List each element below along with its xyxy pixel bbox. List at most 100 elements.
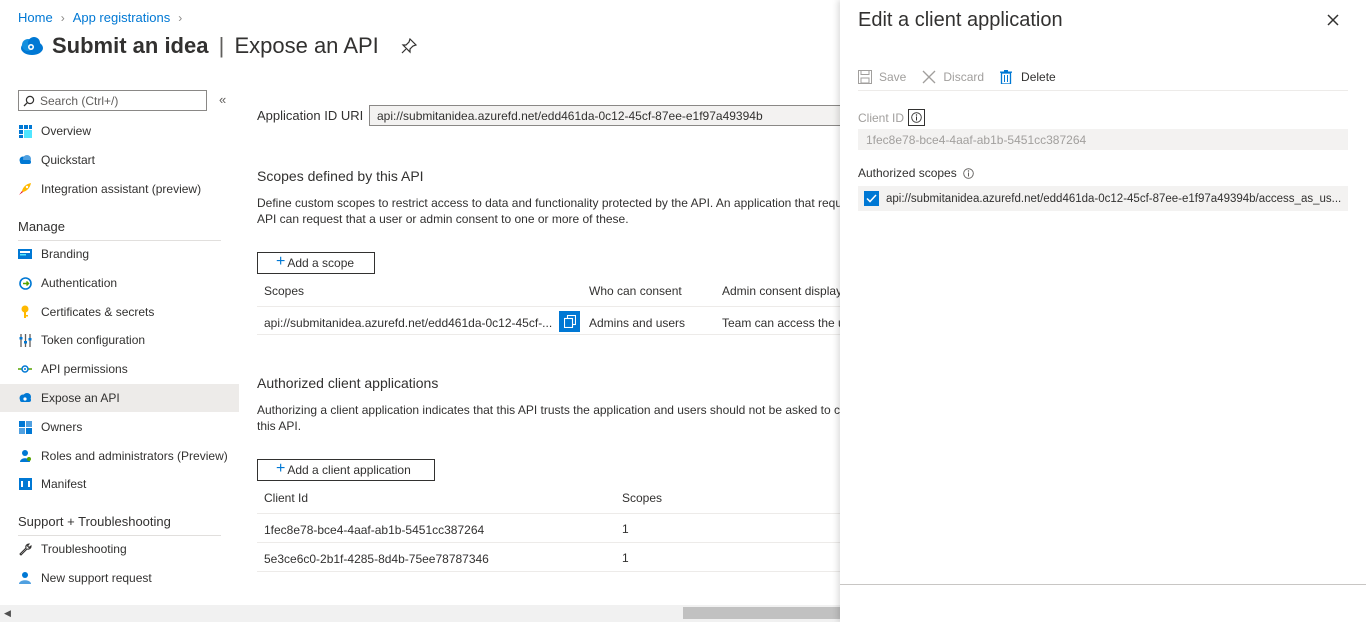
authentication-icon: [18, 276, 32, 290]
sidebar-item-expose-an-api[interactable]: Expose an API: [0, 384, 239, 412]
sidebar-item-label: Integration assistant (preview): [41, 182, 202, 196]
sidebar-item-roles-administrators[interactable]: Roles and administrators (Preview): [0, 442, 239, 470]
sidebar-item-label: Authentication: [41, 276, 118, 290]
sidebar-item-authentication[interactable]: Authentication: [0, 269, 239, 297]
authorized-clients-description: Authorizing a client application indicat…: [257, 402, 840, 434]
horizontal-scrollbar[interactable]: ◀: [0, 605, 840, 622]
breadcrumb-app-registrations-link[interactable]: App registrations: [73, 10, 171, 25]
branding-icon: [18, 247, 32, 261]
client-scopes-count: 1: [622, 522, 629, 536]
trash-icon: [1000, 70, 1014, 84]
sidebar-item-label: Token configuration: [41, 333, 146, 347]
column-header-scopes[interactable]: Scopes: [264, 284, 304, 298]
application-id-uri-field[interactable]: api://submitanidea.azurefd.net/edd461da-…: [369, 105, 840, 126]
api-permissions-icon: [18, 362, 32, 376]
scrollbar-thumb[interactable]: [683, 607, 840, 619]
manage-heading: Manage: [18, 219, 221, 241]
page-title: Submit an idea | Expose an API: [52, 33, 379, 59]
save-label: Save: [879, 70, 907, 84]
cloud-icon: [18, 153, 32, 167]
sidebar-item-quickstart[interactable]: Quickstart: [0, 146, 239, 174]
chevron-right-icon: ›: [178, 10, 183, 25]
title-separator: |: [218, 33, 225, 58]
column-header-client-id[interactable]: Client Id: [264, 491, 308, 505]
divider: [257, 334, 840, 335]
add-client-application-button[interactable]: + Add a client application: [257, 459, 435, 481]
sidebar-item-label: Troubleshooting: [41, 542, 127, 556]
sidebar-item-label: Quickstart: [41, 153, 96, 167]
sidebar-item-branding[interactable]: Branding: [0, 240, 239, 268]
sidebar-search-input[interactable]: Search (Ctrl+/): [18, 90, 207, 111]
info-icon[interactable]: [908, 109, 926, 126]
column-header-scopes[interactable]: Scopes: [622, 491, 662, 505]
sidebar-item-token-configuration[interactable]: Token configuration: [0, 326, 239, 354]
owners-icon: [18, 420, 32, 434]
blade-name: Expose an API: [234, 33, 379, 58]
delete-label: Delete: [1021, 70, 1056, 84]
info-icon[interactable]: [962, 167, 974, 179]
client-id-link[interactable]: 1fec8e78-bce4-4aaf-ab1b-5451cc387264: [264, 523, 484, 537]
close-icon[interactable]: [1326, 13, 1340, 27]
edit-client-application-panel: Edit a client application Save Discard D…: [840, 0, 1366, 622]
rocket-icon: [18, 182, 32, 196]
authorized-scope-row[interactable]: api://submitanidea.azurefd.net/edd461da-…: [858, 186, 1348, 211]
pin-icon[interactable]: [401, 37, 417, 54]
scopes-heading: Scopes defined by this API: [257, 168, 424, 184]
sidebar-item-label: Branding: [41, 247, 90, 261]
app-cloud-icon: [18, 33, 44, 59]
plus-icon: +: [276, 459, 286, 477]
client-id-link[interactable]: 5e3ce6c0-2b1f-4285-8d4b-75ee78787346: [264, 552, 489, 566]
scopes-description-line: API can request that a user or admin con…: [257, 212, 629, 226]
column-header-who-can-consent[interactable]: Who can consent: [589, 284, 682, 298]
sidebar-item-integration-assistant[interactable]: Integration assistant (preview): [0, 175, 239, 203]
chevron-right-icon: ›: [60, 10, 65, 25]
save-button[interactable]: Save: [858, 70, 906, 84]
scroll-left-arrow-icon[interactable]: ◀: [4, 608, 11, 619]
authorized-scopes-label: Authorized scopes: [858, 166, 974, 180]
sidebar-item-manifest[interactable]: Manifest: [0, 470, 239, 498]
client-id-label-text: Client ID: [858, 110, 905, 125]
divider: [257, 571, 840, 572]
scope-checkbox[interactable]: [864, 191, 879, 206]
sidebar-item-label: API permissions: [41, 362, 128, 376]
discard-button[interactable]: Discard: [922, 70, 984, 84]
copy-icon[interactable]: [559, 311, 580, 332]
sidebar-item-certificates-secrets[interactable]: Certificates & secrets: [0, 298, 239, 326]
sidebar-item-overview[interactable]: Overview: [0, 117, 239, 145]
scope-link[interactable]: api://submitanidea.azurefd.net/edd461da-…: [264, 316, 552, 330]
panel-title: Edit a client application: [858, 9, 1063, 31]
overview-grid-icon: [18, 124, 32, 138]
main-content: Application ID URI api://submitanidea.az…: [257, 96, 840, 606]
sidebar-item-label: New support request: [41, 571, 152, 585]
admin-consent-display-cell: Team can access the us: [722, 316, 840, 330]
sidebar-item-label: Roles and administrators (Preview): [41, 449, 228, 463]
breadcrumb-home-link[interactable]: Home: [18, 10, 53, 25]
add-scope-label: Add a scope: [287, 256, 355, 270]
app-name: Submit an idea: [52, 33, 209, 58]
divider: [257, 306, 840, 307]
sidebar-item-owners[interactable]: Owners: [0, 413, 239, 441]
sidebar-item-new-support-request[interactable]: New support request: [0, 564, 239, 592]
add-client-application-label: Add a client application: [287, 463, 411, 477]
support-heading: Support + Troubleshooting: [18, 514, 221, 536]
delete-button[interactable]: Delete: [1000, 70, 1056, 84]
key-icon: [18, 305, 32, 319]
cloud-icon: [18, 391, 32, 405]
client-id-field: 1fec8e78-bce4-4aaf-ab1b-5451cc387264: [858, 129, 1348, 150]
clients-description-line: Authorizing a client application indicat…: [257, 403, 840, 417]
sidebar: Search (Ctrl+/) « Overview Quickstart In…: [0, 86, 239, 606]
manifest-icon: [18, 477, 32, 491]
sidebar-item-api-permissions[interactable]: API permissions: [0, 355, 239, 383]
scopes-description-line: Define custom scopes to restrict access …: [257, 196, 840, 210]
discard-label: Discard: [943, 70, 985, 84]
search-placeholder: Search (Ctrl+/): [40, 93, 119, 108]
search-icon: [23, 95, 35, 107]
sidebar-item-troubleshooting[interactable]: Troubleshooting: [0, 535, 239, 563]
page-header: Submit an idea | Expose an API: [18, 33, 417, 59]
column-header-admin-consent-display[interactable]: Admin consent display: [722, 284, 840, 298]
collapse-sidebar-icon[interactable]: «: [219, 92, 226, 107]
sidebar-item-label: Expose an API: [41, 391, 120, 405]
divider: [840, 584, 1366, 585]
add-scope-button[interactable]: + Add a scope: [257, 252, 375, 274]
scope-item-label: api://submitanidea.azurefd.net/edd461da-…: [886, 192, 1342, 205]
